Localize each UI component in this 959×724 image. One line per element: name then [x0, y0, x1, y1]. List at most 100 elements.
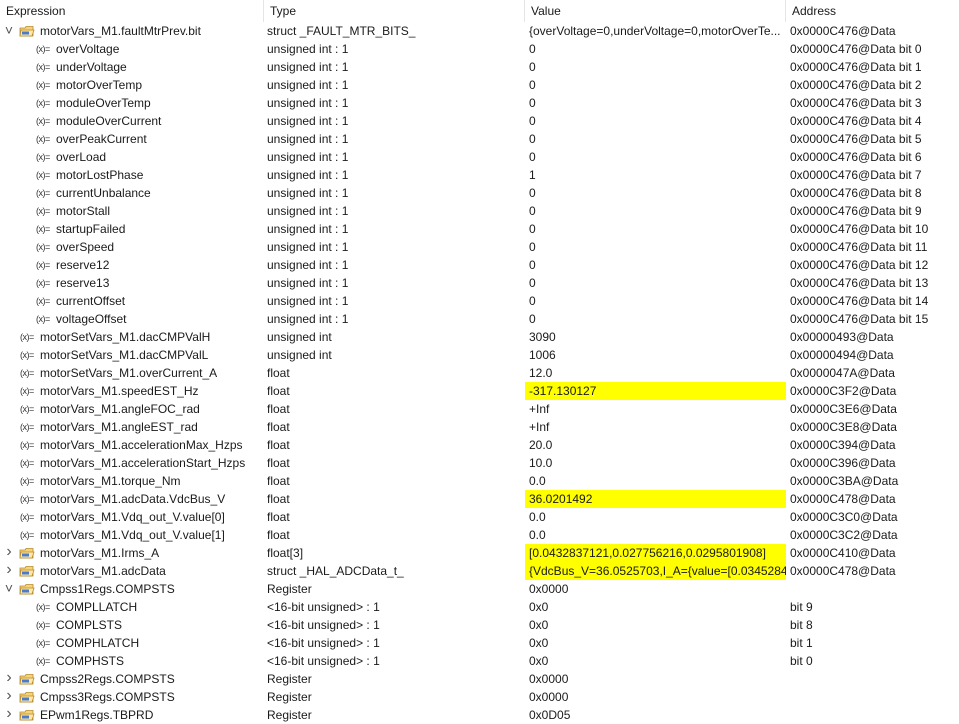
- value-cell[interactable]: 0: [525, 292, 786, 310]
- value-cell[interactable]: +Inf: [525, 400, 786, 418]
- tree-row[interactable]: (x)= motorVars_M1.Vdq_out_V.value[0] float…: [0, 508, 959, 526]
- tree-row[interactable]: › EPwm1Regs.TBPRD Register 0x0D05: [0, 706, 959, 724]
- value-cell[interactable]: 0: [525, 256, 786, 274]
- tree-row[interactable]: › motorVars_M1.adcData struct _HAL_ADCData…: [0, 562, 959, 580]
- struct-icon: [19, 674, 35, 685]
- column-header-value[interactable]: Value: [525, 0, 786, 22]
- value-cell[interactable]: 0: [525, 220, 786, 238]
- value-cell[interactable]: 0: [525, 94, 786, 112]
- value-cell-changed[interactable]: 36.0201492: [525, 490, 786, 508]
- value-cell-changed[interactable]: [0.0432837121,0.027756216,0.0295801908]: [525, 544, 786, 562]
- value-cell[interactable]: 0: [525, 130, 786, 148]
- value-cell[interactable]: 0: [525, 274, 786, 292]
- tree-row[interactable]: (x)= underVoltage unsigned int : 1 0 0x0000C…: [0, 58, 959, 76]
- value-cell[interactable]: 0: [525, 58, 786, 76]
- expression-cell: (x)= motorVars_M1.angleEST_rad: [0, 418, 264, 436]
- value-cell[interactable]: 0: [525, 238, 786, 256]
- tree-row[interactable]: ˅ Cmpss1Regs.COMPSTS Register 0x0000: [0, 580, 959, 598]
- tree-row[interactable]: (x)= moduleOverTemp unsigned int : 1 0 0x000…: [0, 94, 959, 112]
- tree-row[interactable]: (x)= motorVars_M1.torque_Nm float 0.0 0x0000…: [0, 472, 959, 490]
- tree-row[interactable]: (x)= overSpeed unsigned int : 1 0 0x0000C476…: [0, 238, 959, 256]
- value-cell[interactable]: 0: [525, 310, 786, 328]
- tree-row[interactable]: (x)= COMPLLATCH <16-bit unsigned> : 1 0x0 bi…: [0, 598, 959, 616]
- value-cell[interactable]: 1: [525, 166, 786, 184]
- tree-row[interactable]: (x)= currentUnbalance unsigned int : 1 0 0x0…: [0, 184, 959, 202]
- tree-row[interactable]: (x)= motorLostPhase unsigned int : 1 1 0x000…: [0, 166, 959, 184]
- column-header-type[interactable]: Type: [264, 0, 525, 22]
- column-header-expression[interactable]: Expression: [0, 0, 264, 22]
- tree-row[interactable]: (x)= motorStall unsigned int : 1 0 0x0000C47…: [0, 202, 959, 220]
- tree-row[interactable]: (x)= motorSetVars_M1.overCurrent_A float 12…: [0, 364, 959, 382]
- value-cell[interactable]: 0x0: [525, 598, 786, 616]
- type-cell: float: [267, 384, 290, 398]
- value-cell[interactable]: 0.0: [525, 508, 786, 526]
- value-cell[interactable]: 0: [525, 40, 786, 58]
- expression-name: overPeakCurrent: [56, 132, 147, 146]
- chevron-right-icon[interactable]: ›: [4, 562, 14, 580]
- tree-row[interactable]: (x)= motorVars_M1.adcData.VdcBus_V float 36…: [0, 490, 959, 508]
- address-cell: 0x0000C478@Data: [790, 564, 896, 578]
- tree-row[interactable]: ˅ motorVars_M1.faultMtrPrev.bit struct _FA…: [0, 22, 959, 40]
- tree-row[interactable]: (x)= overPeakCurrent unsigned int : 1 0 0x00…: [0, 130, 959, 148]
- type-cell: unsigned int : 1: [267, 114, 349, 128]
- chevron-right-icon[interactable]: ›: [4, 670, 14, 688]
- value-cell[interactable]: 0x0: [525, 634, 786, 652]
- tree-row[interactable]: (x)= motorVars_M1.Vdq_out_V.value[1] float…: [0, 526, 959, 544]
- tree-row[interactable]: (x)= currentOffset unsigned int : 1 0 0x0000…: [0, 292, 959, 310]
- tree-row[interactable]: (x)= motorVars_M1.speedEST_Hz float -317.13…: [0, 382, 959, 400]
- tree-row[interactable]: (x)= motorVars_M1.angleEST_rad float +Inf 0x…: [0, 418, 959, 436]
- value-cell[interactable]: 0.0: [525, 526, 786, 544]
- value-cell[interactable]: 20.0: [525, 436, 786, 454]
- value-cell-changed[interactable]: -317.130127: [525, 382, 786, 400]
- value-cell[interactable]: 1006: [525, 346, 786, 364]
- value-cell-changed[interactable]: {VdcBus_V=36.0525703,I_A={value=[0.03452…: [525, 562, 786, 580]
- chevron-right-icon[interactable]: ›: [4, 544, 14, 562]
- tree-row[interactable]: › Cmpss2Regs.COMPSTS Register 0x0000: [0, 670, 959, 688]
- value-cell[interactable]: 0: [525, 202, 786, 220]
- tree-row[interactable]: (x)= overVoltage unsigned int : 1 0 0x0000C4…: [0, 40, 959, 58]
- value-cell[interactable]: 12.0: [525, 364, 786, 382]
- chevron-down-icon[interactable]: ˅: [4, 22, 14, 40]
- value-cell[interactable]: 0: [525, 112, 786, 130]
- value-cell[interactable]: 0x0D05: [525, 706, 786, 724]
- value-cell[interactable]: {overVoltage=0,underVoltage=0,motorOverT…: [525, 22, 786, 40]
- expression-name: motorVars_M1.Vdq_out_V.value[1]: [40, 528, 225, 542]
- value-cell[interactable]: +Inf: [525, 418, 786, 436]
- tree-row[interactable]: (x)= motorVars_M1.accelerationMax_Hzps flo…: [0, 436, 959, 454]
- value-cell[interactable]: 0: [525, 76, 786, 94]
- expression-cell: ˅ Cmpss1Regs.COMPSTS: [0, 580, 264, 598]
- tree-row[interactable]: (x)= COMPLSTS <16-bit unsigned> : 1 0x0 bit …: [0, 616, 959, 634]
- chevron-right-icon[interactable]: ›: [4, 688, 14, 706]
- value-cell[interactable]: 0x0: [525, 652, 786, 670]
- tree-row[interactable]: (x)= COMPHSTS <16-bit unsigned> : 1 0x0 bit …: [0, 652, 959, 670]
- chevron-down-icon[interactable]: ˅: [4, 580, 14, 598]
- value-cell[interactable]: 0x0000: [525, 688, 786, 706]
- expression-name: startupFailed: [56, 222, 126, 236]
- tree-row[interactable]: › Cmpss3Regs.COMPSTS Register 0x0000: [0, 688, 959, 706]
- tree-row[interactable]: (x)= motorVars_M1.accelerationStart_Hzps f…: [0, 454, 959, 472]
- value-cell[interactable]: 0: [525, 148, 786, 166]
- tree-row[interactable]: (x)= startupFailed unsigned int : 1 0 0x0000…: [0, 220, 959, 238]
- expression-cell: (x)= motorVars_M1.speedEST_Hz: [0, 382, 264, 400]
- column-header-address[interactable]: Address: [786, 0, 959, 22]
- chevron-right-icon[interactable]: ›: [4, 706, 14, 724]
- value-cell[interactable]: 0x0000: [525, 670, 786, 688]
- tree-row[interactable]: (x)= reserve13 unsigned int : 1 0 0x0000C476…: [0, 274, 959, 292]
- value-cell[interactable]: 0x0000: [525, 580, 786, 598]
- value-cell[interactable]: 10.0: [525, 454, 786, 472]
- tree-row[interactable]: (x)= motorSetVars_M1.dacCMPValL unsigned i…: [0, 346, 959, 364]
- address-cell: 0x0000C410@Data: [790, 546, 896, 560]
- tree-row[interactable]: (x)= overLoad unsigned int : 1 0 0x0000C476@…: [0, 148, 959, 166]
- tree-row[interactable]: (x)= reserve12 unsigned int : 1 0 0x0000C476…: [0, 256, 959, 274]
- tree-row[interactable]: (x)= motorOverTemp unsigned int : 1 0 0x0000…: [0, 76, 959, 94]
- tree-row[interactable]: (x)= moduleOverCurrent unsigned int : 1 0 0x…: [0, 112, 959, 130]
- tree-row[interactable]: › motorVars_M1.Irms_A float[3] [0.043283712…: [0, 544, 959, 562]
- tree-row[interactable]: (x)= voltageOffset unsigned int : 1 0 0x0000…: [0, 310, 959, 328]
- value-cell[interactable]: 0.0: [525, 472, 786, 490]
- tree-row[interactable]: (x)= motorSetVars_M1.dacCMPValH unsigned i…: [0, 328, 959, 346]
- tree-row[interactable]: (x)= motorVars_M1.angleFOC_rad float +Inf 0x…: [0, 400, 959, 418]
- value-cell[interactable]: 0: [525, 184, 786, 202]
- value-cell[interactable]: 0x0: [525, 616, 786, 634]
- value-cell[interactable]: 3090: [525, 328, 786, 346]
- tree-row[interactable]: (x)= COMPHLATCH <16-bit unsigned> : 1 0x0 bi…: [0, 634, 959, 652]
